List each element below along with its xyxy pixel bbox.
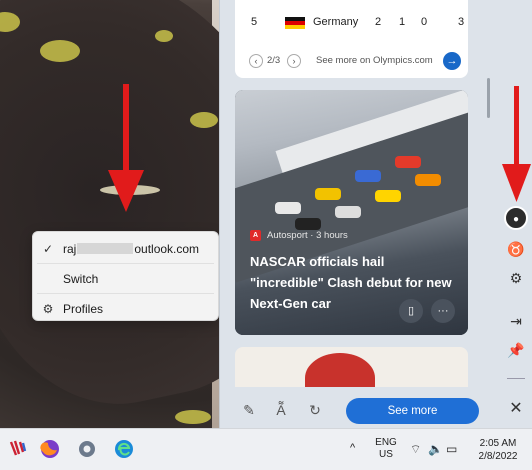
race-car xyxy=(315,188,341,200)
taskbar: ^ ENG US ⌔ 🔈 ▭ 2:05 AM 2/8/2022 xyxy=(0,428,532,470)
news-source: Autosport xyxy=(267,230,308,241)
prev-page-button[interactable]: ‹ xyxy=(249,54,263,68)
language-indicator[interactable]: ENG US xyxy=(374,437,398,461)
clock-time: 2:05 AM xyxy=(479,438,517,449)
gear-icon: ⚙ xyxy=(42,301,54,316)
race-car xyxy=(355,170,381,182)
medal-row: 5 Germany 2 1 0 3 xyxy=(251,16,465,30)
redacted-email xyxy=(77,243,134,254)
more-options-icon[interactable]: ··· xyxy=(431,299,455,323)
medal-footer: ‹ 2/3 › See more on Olympics.com → xyxy=(249,52,461,70)
page-indicator: 2/3 xyxy=(267,55,281,66)
profile-avatar-icon[interactable]: ● xyxy=(504,206,528,230)
lichen xyxy=(175,410,211,424)
settings-gear-icon[interactable] xyxy=(75,438,99,462)
panel-scrollbar[interactable] xyxy=(487,78,490,118)
medal-bronze: 0 xyxy=(421,16,428,28)
widgets-panel: 5 Germany 2 1 0 3 ‹ 2/3 › See more on Ol… xyxy=(219,0,532,428)
see-more-olympics-link[interactable]: See more on Olympics.com xyxy=(316,55,433,66)
lang-bottom: US xyxy=(379,449,393,460)
pen-icon[interactable]: ✎ xyxy=(238,399,260,421)
show-hidden-icons-icon[interactable]: ^ xyxy=(350,442,355,454)
news-card[interactable]: A Autosport · 3 hours NASCAR officials h… xyxy=(235,90,468,335)
news-source-row: A Autosport · 3 hours xyxy=(250,230,460,241)
race-car xyxy=(415,174,441,186)
race-car xyxy=(275,202,301,214)
next-page-button[interactable]: › xyxy=(287,54,301,68)
red-arrow-icon xyxy=(108,84,144,212)
widgets-bottom-bar: ✎ A͌ ↻ See more xyxy=(220,395,532,428)
next-news-card[interactable] xyxy=(235,347,468,387)
medal-rank: 5 xyxy=(251,16,258,28)
email-suffix: outlook.com xyxy=(134,241,200,256)
profiles-label: Profiles xyxy=(63,301,104,316)
olympics-medal-card[interactable]: 5 Germany 2 1 0 3 ‹ 2/3 › See more on Ol… xyxy=(235,0,468,78)
speaker-icon[interactable]: 🔈 xyxy=(428,442,443,456)
profile-context-menu: ✓ raj outlook.com Switch ⚙ Profiles xyxy=(32,231,219,321)
trophy-icon[interactable]: ♉ xyxy=(504,237,528,261)
switch-item[interactable]: Switch xyxy=(33,264,218,293)
bookmark-icon[interactable]: ▯ xyxy=(399,299,423,323)
lang-top: ENG xyxy=(375,437,397,448)
pin-right-icon[interactable]: ⇥ xyxy=(504,309,528,333)
switch-label: Switch xyxy=(63,271,99,286)
race-car xyxy=(375,190,401,202)
see-more-button[interactable]: See more xyxy=(346,398,479,424)
wifi-icon[interactable]: ⌔ xyxy=(410,442,421,457)
red-arrow-icon xyxy=(502,86,531,202)
checkmark-icon: ✓ xyxy=(42,241,54,256)
firefox-icon[interactable] xyxy=(38,438,62,462)
lichen xyxy=(40,40,80,62)
edge-icon[interactable] xyxy=(112,438,136,462)
lichen xyxy=(155,30,173,42)
helmet-image xyxy=(305,353,375,387)
medal-country: Germany xyxy=(313,16,359,28)
translate-icon[interactable]: A͌ xyxy=(270,399,292,421)
germany-flag-icon xyxy=(285,17,305,29)
clock-date: 2/8/2022 xyxy=(478,451,518,462)
profiles-item[interactable]: ⚙ Profiles xyxy=(33,294,218,323)
news-card-actions: ▯ ··· xyxy=(399,299,455,323)
autosport-logo-icon: A xyxy=(250,230,261,241)
lichen xyxy=(190,112,218,128)
arrow-right-icon[interactable]: → xyxy=(443,52,461,70)
race-car xyxy=(295,218,321,230)
race-car xyxy=(335,206,361,218)
medal-gold: 2 xyxy=(375,16,382,28)
battery-icon[interactable]: ▭ xyxy=(446,442,457,456)
email-prefix: raj xyxy=(63,241,77,256)
minimize-icon[interactable] xyxy=(507,378,525,379)
widgets-icon[interactable] xyxy=(6,438,30,462)
profile-email-item[interactable]: ✓ raj outlook.com xyxy=(33,234,218,263)
refresh-icon[interactable]: ↻ xyxy=(304,399,326,421)
medal-silver: 1 xyxy=(399,16,406,28)
medal-total: 3 xyxy=(458,16,465,28)
race-car xyxy=(395,156,421,168)
widgets-side-rail: ● ♉ ⚙ ⇥ 📌 ✕ xyxy=(500,0,532,428)
news-age: 3 hours xyxy=(316,230,348,241)
gear-icon[interactable]: ⚙ xyxy=(504,266,528,290)
clock[interactable]: 2:05 AM 2/8/2022 xyxy=(470,437,526,463)
pin-icon[interactable]: 📌 xyxy=(504,338,528,362)
